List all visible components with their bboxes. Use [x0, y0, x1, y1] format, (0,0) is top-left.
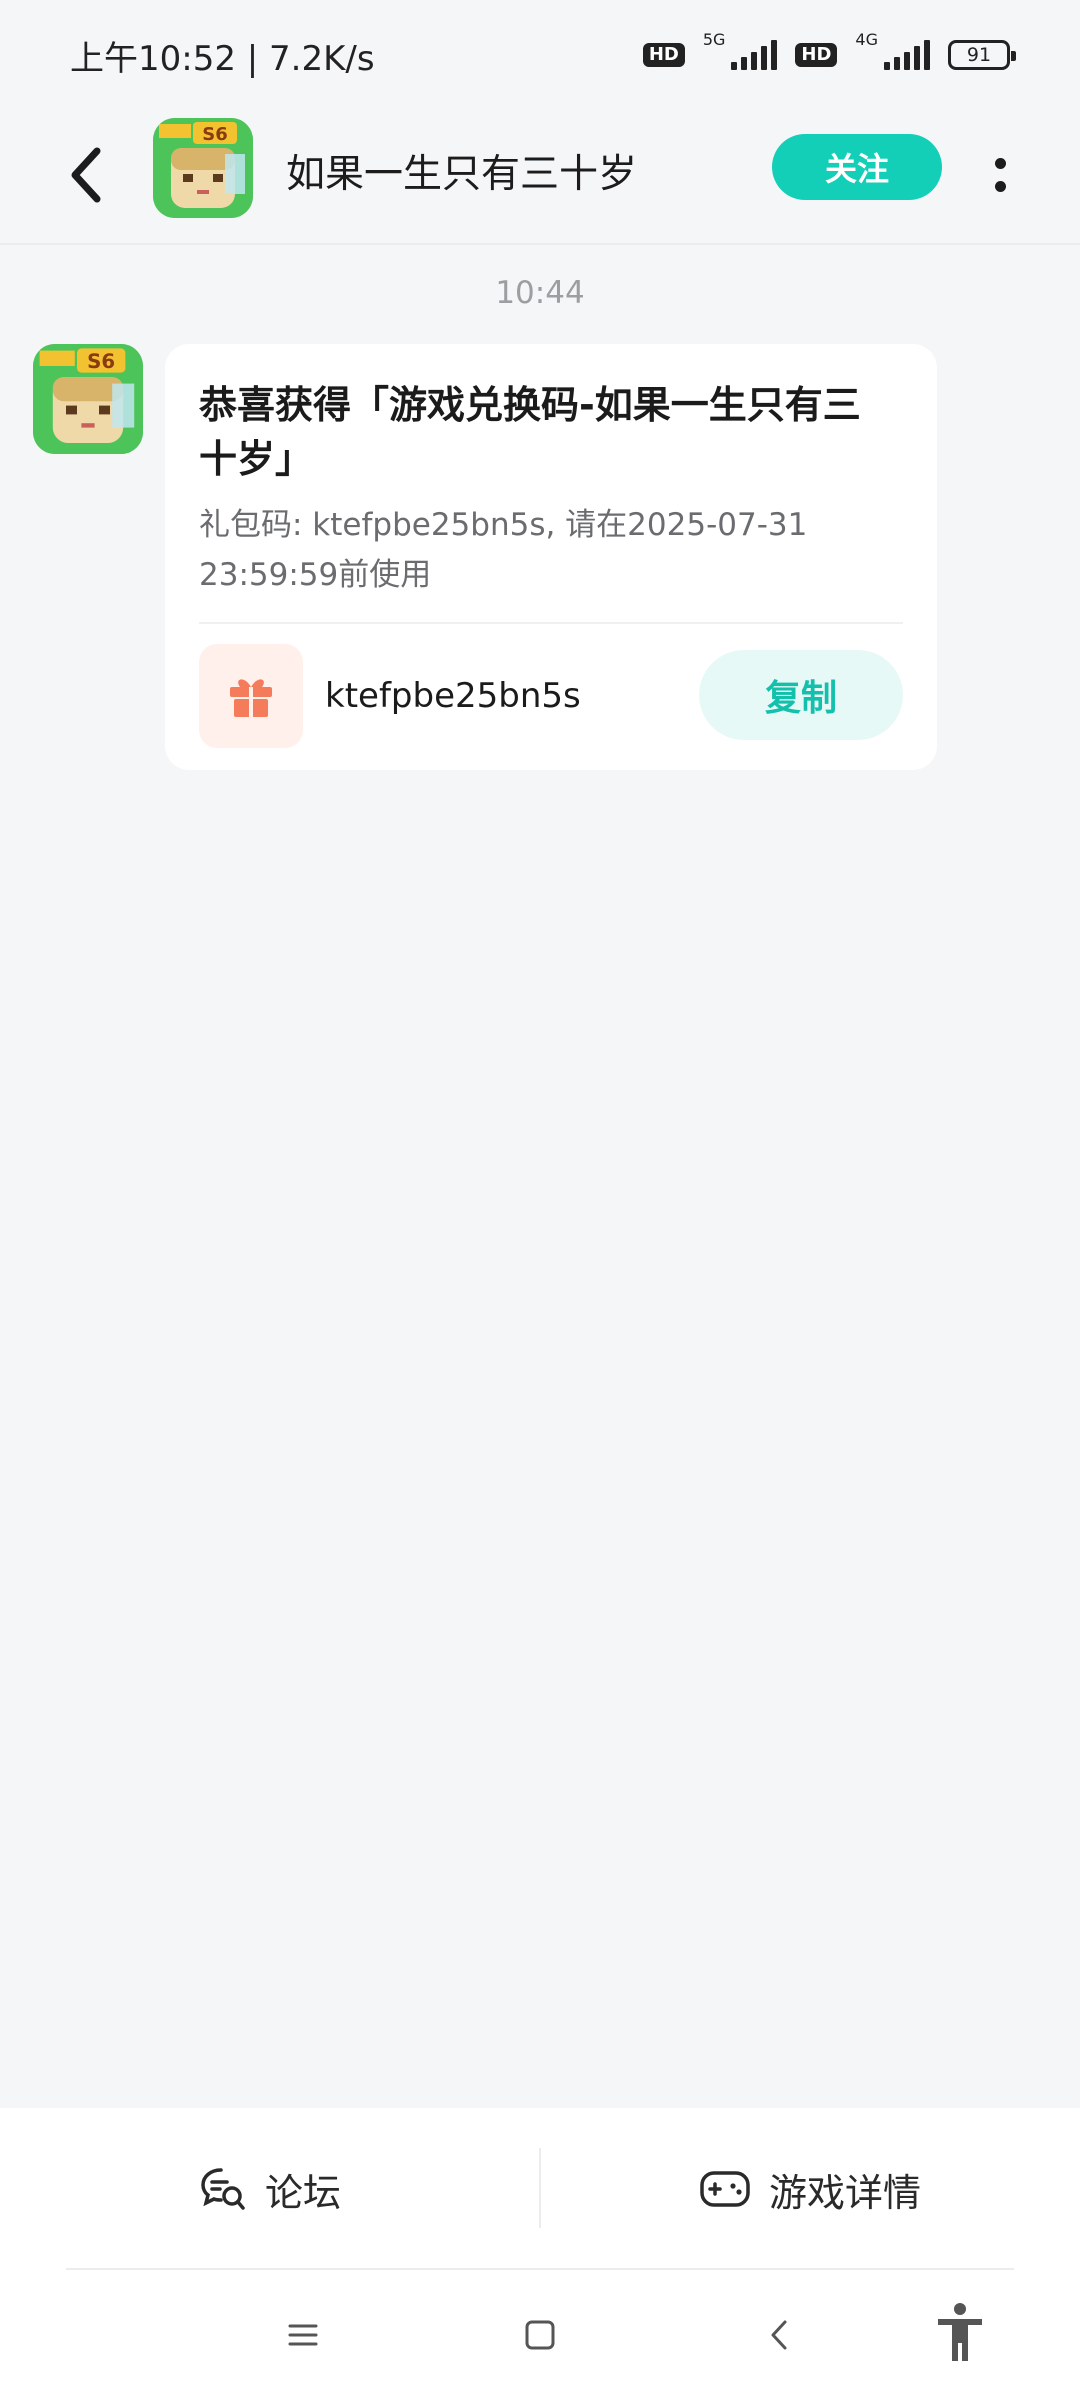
- status-indicators: HD 5G HD 4G 91: [642, 30, 1016, 70]
- battery-icon: 91: [948, 40, 1016, 70]
- system-navigation-bar: [0, 2270, 1080, 2400]
- battery-level: 91: [966, 44, 992, 66]
- card-divider: [199, 622, 903, 624]
- gift-icon-box: [199, 644, 303, 748]
- page-title: 如果一生只有三十岁: [286, 152, 638, 197]
- sender-avatar[interactable]: S6: [33, 344, 143, 454]
- hd-badge: HD: [795, 43, 838, 67]
- gift-code-text: ktefpbe25bn5s: [325, 676, 581, 716]
- back-button[interactable]: [50, 140, 120, 210]
- hd-badge: HD: [642, 43, 685, 67]
- bottom-tab-bar: 论坛 游戏详情: [0, 2108, 1080, 2270]
- home-icon: [525, 2320, 555, 2350]
- more-options-button[interactable]: [975, 140, 1025, 210]
- forum-icon: [201, 2168, 245, 2210]
- signal-strength-icon: [884, 40, 930, 70]
- chat-screen: 上午10:52 | 7.2K/s HD 5G HD 4G 91 S6 如果一生只…: [0, 0, 1080, 2400]
- home-button[interactable]: [510, 2305, 570, 2365]
- signal-strength-icon: [731, 40, 778, 70]
- message-timestamp: 10:44: [495, 275, 585, 311]
- follow-button[interactable]: 关注: [772, 134, 942, 200]
- network-type-label: 4G: [855, 29, 878, 49]
- gift-code-message-card: 恭喜获得「游戏兑换码-如果一生只有三十岁」 礼包码: ktefpbe25bn5s…: [165, 344, 937, 770]
- menu-button[interactable]: [273, 2305, 333, 2365]
- accessibility-button[interactable]: [925, 2298, 995, 2368]
- copy-button[interactable]: 复制: [699, 650, 903, 740]
- menu-icon: [288, 2324, 318, 2346]
- status-bar: 上午10:52 | 7.2K/s HD 5G HD 4G 91: [0, 0, 1080, 110]
- gift-icon: [230, 679, 272, 717]
- status-time-speed: 上午10:52 | 7.2K/s: [70, 38, 375, 79]
- gift-code-row: ktefpbe25bn5s 复制: [199, 644, 903, 748]
- tab-forum[interactable]: 论坛: [0, 2108, 540, 2270]
- back-icon: [771, 2320, 787, 2350]
- chat-header: S6 如果一生只有三十岁 关注: [0, 110, 1080, 245]
- svg-text:S6: S6: [202, 124, 228, 145]
- game-character-icon: S6: [153, 118, 253, 218]
- message-description: 礼包码: ktefpbe25bn5s, 请在2025-07-31 23:59:5…: [199, 507, 808, 593]
- system-back-button[interactable]: [750, 2305, 810, 2365]
- tab-game-details[interactable]: 游戏详情: [540, 2108, 1080, 2270]
- svg-text:S6: S6: [87, 350, 115, 373]
- chevron-left-icon: [71, 147, 101, 203]
- tab-forum-label: 论坛: [264, 2170, 341, 2215]
- game-character-icon: S6: [33, 344, 143, 454]
- message-title: 恭喜获得「游戏兑换码-如果一生只有三十岁」: [199, 383, 861, 481]
- accessibility-icon: [938, 2303, 982, 2361]
- tab-separator: [539, 2148, 541, 2228]
- more-vertical-icon: [994, 158, 1006, 169]
- game-avatar[interactable]: S6: [153, 118, 253, 218]
- gamepad-icon: [700, 2171, 750, 2207]
- tab-game-details-label: 游戏详情: [768, 2170, 921, 2215]
- network-type-label: 5G: [702, 29, 726, 49]
